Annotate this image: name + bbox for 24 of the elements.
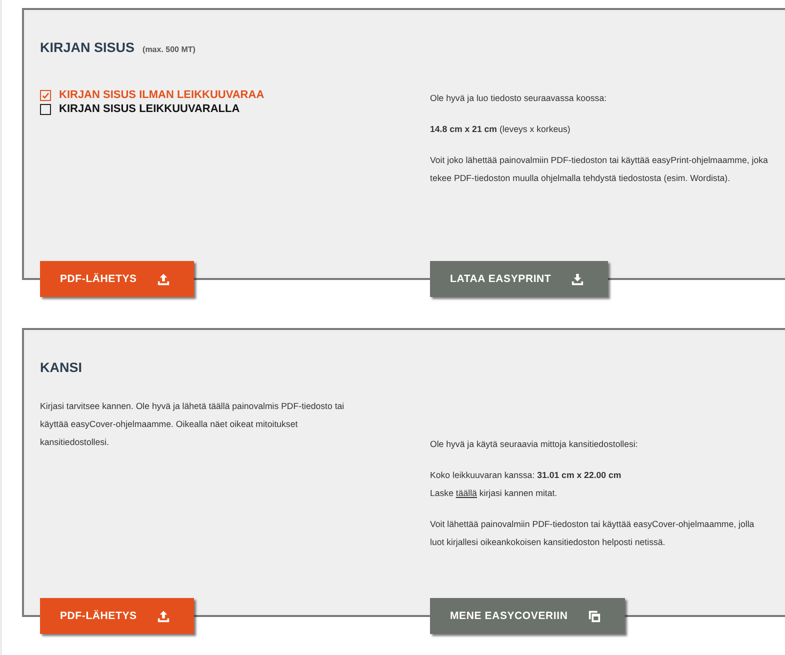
action-button[interactable]: MENE EASYCOVERIIN — [430, 598, 625, 634]
upload-icon — [156, 272, 170, 286]
copy-icon — [588, 610, 601, 622]
paragraph: Kirjasi tarvitsee kannen. Ole hyvä ja lähetä täällä painovalmis PDF-tiedosto tai käyttää easyCover-ohjelmaamme. Oikealla näet oikeat mitoitukset kansitiedostollesi. — [40, 400, 346, 449]
checkbox[interactable] — [40, 104, 51, 114]
paragraph: 14.8 cm x 21 cm (leveys x korkeus) — [430, 123, 572, 136]
download-icon — [571, 272, 584, 286]
option-label[interactable]: KIRJAN SISUS ILMAN LEIKKUUVARAA — [59, 89, 264, 101]
checkbox[interactable] — [40, 90, 51, 100]
paragraph: Voit lähettää painovalmiin PDF-tiedoston tai käyttää easyCover-ohjelmaamme, jolla luot kirjallesi oikeankokoisen kansitiedoston helposti netissä. — [430, 518, 756, 549]
upload-button[interactable]: PDF-LÄHETYS — [40, 598, 194, 634]
option-label[interactable]: KIRJAN SISUS LEIKKUUVARALLA — [59, 103, 240, 115]
upload-icon — [156, 610, 170, 622]
paragraph: Ole hyvä ja käytä seuraavia mittoja kansitiedostollesi: — [430, 438, 639, 451]
section-title: KANSI — [40, 360, 82, 375]
section-title: KIRJAN SISUS — [40, 40, 135, 55]
size-note: (max. 500 MT) — [142, 45, 196, 54]
paragraph: Ole hyvä ja luo tiedosto seuraavassa koossa: — [430, 92, 608, 105]
paragraph: Koko leikkuuvaran kanssa: 31.01 cm x 22.00 cm — [430, 469, 622, 482]
link[interactable]: täällä — [456, 488, 477, 498]
paragraph: Laske täällä kirjasi kannen mitat. — [430, 487, 558, 500]
action-button[interactable]: LATAA EASYPRINT — [430, 261, 608, 297]
upload-button[interactable]: PDF-LÄHETYS — [40, 261, 194, 297]
paragraph: Voit joko lähettää painovalmiin PDF-tiedoston tai käyttää easyPrint-ohjelmaamme, joka tekee PDF-tiedoston muulla ohjelmalla tehdystä tiedostosta (esim. Wordista). — [430, 154, 769, 185]
